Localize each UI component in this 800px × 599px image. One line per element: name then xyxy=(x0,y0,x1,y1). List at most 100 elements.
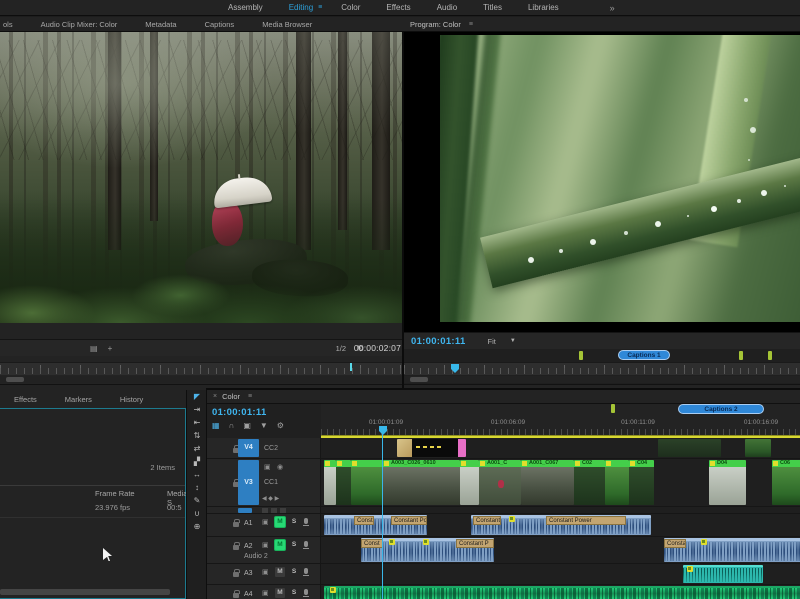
fit-select[interactable]: Fit xyxy=(488,337,496,346)
mute-button[interactable]: M xyxy=(275,588,285,598)
source-patch-icon[interactable]: ▣ xyxy=(262,589,269,597)
horizontal-scrollbar[interactable] xyxy=(0,589,170,595)
track-lock-icon[interactable] xyxy=(233,545,239,550)
column-frame-rate[interactable]: Frame Rate xyxy=(95,489,135,498)
audio-transition[interactable]: Constant P xyxy=(456,539,494,548)
source-patch-icon[interactable]: ▣ xyxy=(262,568,269,576)
video-clip[interactable] xyxy=(336,460,351,505)
video-clip[interactable] xyxy=(745,439,771,457)
track-select-forward-tool[interactable]: ⇥ xyxy=(187,403,207,416)
video-clip[interactable] xyxy=(460,460,479,505)
tab-audio-clip-mixer-color[interactable]: Audio Clip Mixer: Color xyxy=(27,20,132,29)
workspace-tab-libraries[interactable]: Libraries xyxy=(515,3,572,12)
workspace-tab-color[interactable]: Color xyxy=(328,3,373,12)
workspace-tab-effects[interactable]: Effects xyxy=(373,3,423,12)
scrollbar-handle[interactable] xyxy=(410,377,428,382)
track-lane-V3[interactable]: A003_C026_0610A001_CA001_C067C02C04D04C0… xyxy=(321,459,800,506)
workspace-overflow-button[interactable]: » xyxy=(610,3,615,13)
mute-button[interactable]: M xyxy=(275,517,285,527)
keyframe-nav-icons[interactable]: ◀ ◆ ▶ xyxy=(262,495,279,502)
tab-ols[interactable]: ols xyxy=(0,20,27,29)
sequence-marker[interactable] xyxy=(579,351,583,360)
workspace-tab-audio[interactable]: Audio xyxy=(424,3,470,12)
video-clip[interactable]: A003_C026_0610 xyxy=(383,460,460,505)
dropdown-icon[interactable]: ▼ xyxy=(510,338,516,344)
source-patch-icon[interactable]: ▣ xyxy=(262,541,269,549)
timeline-tab-label[interactable]: Color xyxy=(222,392,240,401)
track-lane-V1[interactable] xyxy=(321,507,800,513)
tab-markers[interactable]: Markers xyxy=(51,395,106,404)
voiceover-record-icon[interactable] xyxy=(304,541,308,547)
panel-menu-icon[interactable]: ≡ xyxy=(248,393,252,400)
solo-button[interactable]: S xyxy=(289,540,299,550)
audio-clip[interactable] xyxy=(324,586,800,599)
slip-tool[interactable]: ↔ xyxy=(187,468,207,481)
voiceover-record-icon[interactable] xyxy=(304,518,308,524)
program-time-ruler[interactable] xyxy=(404,362,800,375)
track-lane-V4[interactable] xyxy=(321,438,800,458)
track-lock-icon[interactable] xyxy=(233,522,239,527)
zoom-tool[interactable]: ⊕ xyxy=(187,520,207,533)
source-time-ruler[interactable] xyxy=(0,362,402,375)
video-clip[interactable]: C06 xyxy=(772,460,800,505)
mute-button[interactable]: M xyxy=(275,567,285,577)
track-target-V3[interactable]: V3 xyxy=(238,460,259,505)
panel-menu-icon[interactable]: ≡ xyxy=(469,21,473,28)
video-clip[interactable]: A001_C067 xyxy=(521,460,574,505)
workspace-tab-titles[interactable]: Titles xyxy=(470,3,515,12)
hand-tool[interactable]: ∪ xyxy=(187,507,207,520)
timeline-ruler[interactable]: 01:00:01:0901:00:06:0901:00:11:0901:00:1… xyxy=(321,404,800,435)
video-clip[interactable]: A001_C xyxy=(479,460,521,505)
razor-tool[interactable]: ▞ xyxy=(187,455,207,468)
selection-tool[interactable]: ◤ xyxy=(187,390,207,403)
caption-block-pill[interactable]: Captions 2 xyxy=(678,404,764,414)
track-lane-A3[interactable] xyxy=(321,564,800,584)
track-target-V4[interactable]: V4 xyxy=(238,439,259,457)
caption-segment-clip[interactable] xyxy=(397,439,466,457)
solo-button[interactable]: S xyxy=(289,588,299,598)
video-clip[interactable] xyxy=(324,460,336,505)
audio-transition[interactable]: Consta xyxy=(664,539,686,548)
video-clip[interactable]: D04 xyxy=(709,460,746,505)
marker-icon[interactable]: ▼ xyxy=(260,421,268,430)
close-icon[interactable]: × xyxy=(213,393,217,400)
workspace-tab-assembly[interactable]: Assembly xyxy=(215,3,276,12)
workspace-tab-menu-icon[interactable]: ≡ xyxy=(318,4,322,11)
settings-icon[interactable]: ▤ xyxy=(90,344,98,353)
add-edit-icon[interactable]: + xyxy=(108,344,113,353)
ripple-edit-tool[interactable]: ⇤ xyxy=(187,416,207,429)
sequence-marker[interactable] xyxy=(739,351,743,360)
linked-selection-icon[interactable]: ▣ xyxy=(243,421,251,430)
solo-button[interactable]: S xyxy=(289,517,299,527)
track-lock-icon[interactable] xyxy=(233,593,239,598)
video-clip[interactable] xyxy=(351,460,383,505)
caption-block-pill[interactable]: Captions 1 xyxy=(618,350,670,360)
tab-history[interactable]: History xyxy=(106,395,157,404)
audio-transition[interactable]: Const xyxy=(361,539,383,548)
track-lane-A1[interactable]: ConstaConstant PowConstantConstant Power xyxy=(321,514,800,536)
track-lock-icon[interactable] xyxy=(233,572,239,577)
audio-transition[interactable]: Consta xyxy=(354,516,374,525)
timeline-playhead-line[interactable] xyxy=(382,430,383,599)
video-clip[interactable] xyxy=(605,460,629,505)
tab-media-browser[interactable]: Media Browser xyxy=(248,20,326,29)
video-clip[interactable]: C02 xyxy=(574,460,605,505)
audio-transition[interactable]: Constant Power xyxy=(546,516,626,525)
voiceover-record-icon[interactable] xyxy=(304,589,308,595)
zoom-level-select[interactable]: 1/2 xyxy=(336,344,346,353)
tab-metadata[interactable]: Metadata xyxy=(131,20,190,29)
source-scrollbar[interactable] xyxy=(0,376,402,383)
rolling-edit-tool[interactable]: ⇅ xyxy=(187,429,207,442)
toggle-track-output-icon[interactable]: ◉ xyxy=(277,463,283,471)
tab-program-monitor[interactable]: Program: Color ≡ xyxy=(410,17,473,32)
pen-tool[interactable]: ✎ xyxy=(187,494,207,507)
wrench-icon[interactable]: ⚙ xyxy=(277,421,284,430)
tab-effects[interactable]: Effects xyxy=(0,395,51,404)
track-target-chip[interactable] xyxy=(238,508,252,513)
timeline-timecode[interactable]: 01:00:01:11 xyxy=(212,407,267,418)
slide-tool[interactable]: ↕ xyxy=(187,481,207,494)
snap-icon[interactable]: ∩ xyxy=(229,421,235,430)
source-playhead[interactable] xyxy=(350,363,352,371)
audio-transition[interactable]: Constant xyxy=(473,516,501,525)
nest-icon[interactable]: ▦ xyxy=(212,421,220,430)
